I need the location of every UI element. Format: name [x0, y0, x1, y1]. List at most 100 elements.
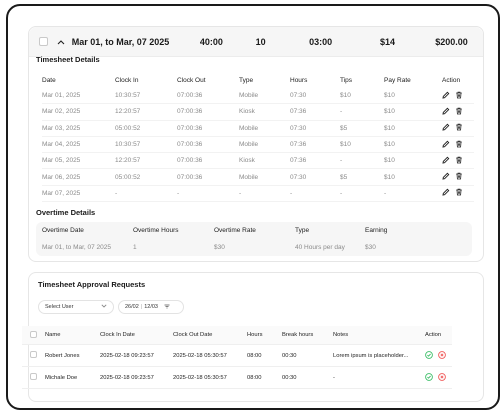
date-from: 26/02 [125, 304, 139, 310]
ts-cell-clock-in: 10:30:57 [115, 141, 141, 149]
ts-cell-hours: 07:30 [290, 92, 307, 100]
approval-select-all-checkbox[interactable] [30, 330, 37, 338]
ap-cell-clock-in: 2025-02-18 09:23:57 [100, 352, 154, 359]
ts-cell-tips: - [340, 108, 343, 116]
delete-icon[interactable] [455, 107, 463, 117]
approval-row: Michale Doe 2025-02-18 09:23:57 2025-02-18… [22, 367, 452, 389]
ot-col-hours: Overtime Hours [133, 227, 179, 234]
timesheet-row: Mar 03, 2025 05:00:52 07:00:36 Mobile 07:30 $… [42, 121, 474, 137]
approval-row-checkbox[interactable] [30, 373, 37, 380]
ts-cell-tips: $10 [340, 92, 351, 100]
select-user-label: Select User [45, 304, 74, 310]
select-user-dropdown[interactable]: Select User [38, 300, 114, 314]
ts-cell-hours: 07:36 [290, 108, 307, 116]
ap-col-clock-in: Clock In Date [100, 332, 135, 338]
overtime-details-title: Overtime Details [36, 208, 96, 217]
ts-cell-tips: $10 [340, 141, 351, 149]
ts-cell-hours: 07:30 [290, 124, 307, 132]
ap-col-notes: Notes [333, 332, 349, 338]
filter-icon[interactable] [164, 304, 170, 311]
summary-hours: 03:00 [309, 36, 333, 47]
ot-col-date: Overtime Date [42, 227, 84, 234]
delete-icon[interactable] [455, 188, 463, 198]
delete-icon[interactable] [455, 91, 463, 101]
overtime-table: Overtime Date Overtime Hours Overtime Ra… [36, 222, 472, 256]
ts-cell-date: Mar 06, 2025 [42, 173, 81, 181]
ot-date: Mar 01, to Mar, 07 2025 [42, 244, 112, 251]
ts-cell-clock-out: 07:00:36 [177, 173, 203, 181]
ap-cell-name: Robert Jones [45, 352, 80, 359]
summary-clock-total: 40:00 [199, 36, 223, 47]
ts-cell-tips: $5 [340, 173, 348, 181]
ap-cell-notes: - [333, 374, 335, 381]
ts-cell-hours: 07:36 [290, 157, 307, 165]
edit-icon[interactable] [442, 107, 450, 117]
ap-cell-clock-out: 2025-02-18 05:30:57 [173, 374, 227, 381]
delete-icon[interactable] [455, 140, 463, 150]
ts-cell-date: Mar 01, 2025 [42, 92, 81, 100]
ts-cell-date: Mar 07, 2025 [42, 189, 81, 197]
delete-icon[interactable] [455, 123, 463, 133]
timesheet-summary-row[interactable]: Mar 01, to Mar, 07 2025 40:00 10 03:00 $… [29, 27, 483, 57]
reject-icon[interactable] [438, 372, 446, 383]
col-type: Type [239, 76, 254, 84]
ts-cell-type: Mobile [239, 173, 259, 181]
ts-cell-pay-rate: $10 [384, 173, 395, 181]
timesheet-row: Mar 06, 2025 05:00:52 07:00:36 Mobile 07:30 $… [42, 169, 474, 186]
approval-row-checkbox[interactable] [30, 351, 37, 358]
ts-cell-tips: - [340, 189, 343, 197]
edit-icon[interactable] [442, 91, 450, 101]
ts-cell-type: Kiosk [239, 108, 255, 116]
ts-actions [442, 156, 470, 166]
ts-cell-hours: 07:36 [290, 141, 307, 149]
ts-cell-date: Mar 04, 2025 [42, 141, 81, 149]
ot-type: 40 Hours per day [295, 244, 345, 251]
ts-cell-clock-out: 07:00:36 [177, 124, 203, 132]
ap-col-name: Name [45, 332, 61, 338]
ap-cell-break: 00:30 [282, 374, 297, 381]
ts-actions [442, 107, 470, 117]
ts-cell-pay-rate: $10 [384, 157, 395, 165]
summary-tips: $14 [380, 36, 396, 47]
col-clock-out: Clock Out [177, 76, 206, 84]
ts-cell-hours: - [290, 189, 293, 197]
edit-icon[interactable] [442, 140, 450, 150]
ts-actions [442, 188, 470, 198]
summary-total: $200.00 [435, 36, 468, 47]
approve-icon[interactable] [425, 372, 433, 383]
timesheet-row: Mar 02, 2025 12:20:57 07:00:36 Kiosk 07:36 - $… [42, 104, 474, 121]
col-tips: Tips [340, 76, 353, 84]
ot-col-rate: Overtime Rate [214, 227, 256, 234]
ot-col-earning: Earning [365, 227, 388, 234]
edit-icon[interactable] [442, 123, 450, 133]
col-hours: Hours [290, 76, 308, 84]
ts-actions [442, 140, 470, 150]
date-range-picker[interactable]: 26/02 | 12/03 [118, 300, 184, 314]
edit-icon[interactable] [442, 172, 450, 182]
ts-cell-clock-in: 12:20:57 [115, 157, 141, 165]
delete-icon[interactable] [455, 172, 463, 182]
col-date: Date [42, 76, 56, 84]
ap-cell-name: Michale Doe [45, 374, 78, 381]
chevron-up-icon[interactable] [56, 37, 66, 47]
edit-icon[interactable] [442, 188, 450, 198]
ot-col-type: Type [295, 227, 310, 234]
approve-icon[interactable] [425, 350, 433, 361]
ts-cell-clock-in: - [115, 189, 118, 197]
ap-actions [425, 372, 449, 383]
approval-table-header: Name Clock In Date Clock Out Date Hours … [22, 326, 452, 345]
ts-cell-date: Mar 03, 2025 [42, 124, 81, 132]
chevron-down-icon [101, 304, 107, 310]
app-window: Mar 01, to Mar, 07 2025 40:00 10 03:00 $… [6, 4, 500, 410]
timesheet-row: Mar 05, 2025 12:20:57 07:00:36 Kiosk 07:36 - $… [42, 153, 474, 170]
edit-icon[interactable] [442, 156, 450, 166]
summary-checkbox[interactable] [39, 37, 48, 46]
ts-actions [442, 91, 470, 101]
date-to: 12/03 [144, 304, 158, 310]
ts-cell-type: Mobile [239, 124, 259, 132]
timesheet-row: Mar 04, 2025 10:30:57 07:00:36 Mobile 07:36 $… [42, 137, 474, 154]
reject-icon[interactable] [438, 350, 446, 361]
delete-icon[interactable] [455, 156, 463, 166]
ap-cell-clock-out: 2025-02-18 05:30:57 [173, 352, 227, 359]
col-action: Action [442, 76, 461, 84]
